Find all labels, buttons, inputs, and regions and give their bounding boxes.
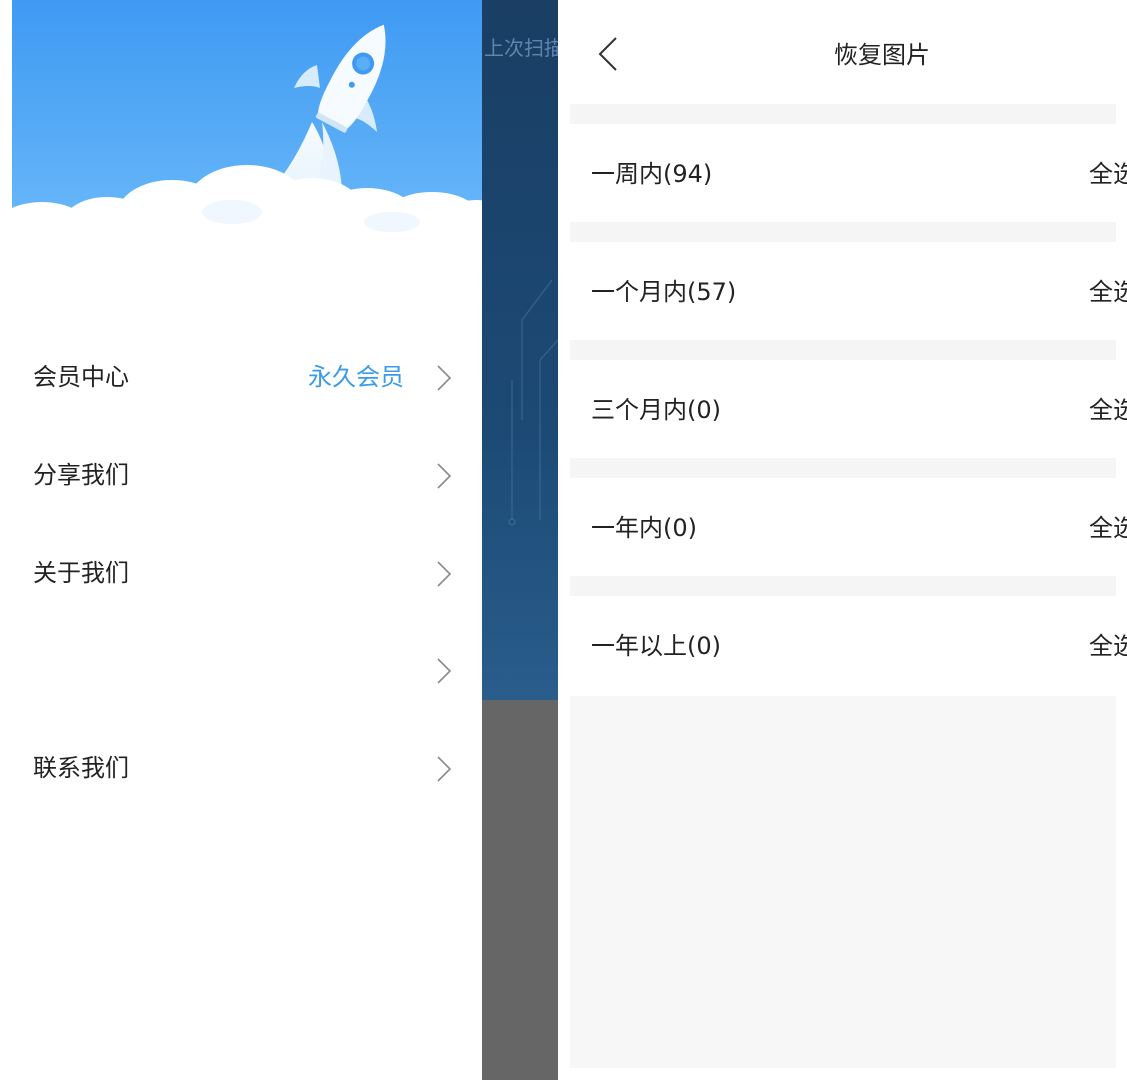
chevron-right-icon — [437, 463, 452, 489]
circuit-pattern — [508, 279, 558, 526]
period-row-month[interactable]: 一个月内(57) 全选 — [570, 242, 1127, 340]
menu-item-label: 会员中心 — [33, 363, 129, 391]
menu-item-label: 分享我们 — [33, 461, 129, 489]
period-label: 三个月内(0) — [591, 396, 721, 424]
section-divider — [570, 340, 1116, 360]
period-row-over-year[interactable]: 一年以上(0) 全选 — [570, 596, 1127, 694]
menu-item-member-center[interactable]: 会员中心 永久会员 — [12, 348, 482, 408]
recover-pictures-screen: 恢复图片 一周内(94) 全选 一个月内(57) 全选 三个月内(0) 全选 一… — [558, 0, 1127, 1080]
section-divider — [570, 576, 1116, 596]
chevron-right-icon — [437, 756, 452, 782]
nav-bar: 恢复图片 — [558, 0, 1127, 104]
period-row-three-months[interactable]: 三个月内(0) 全选 — [570, 360, 1127, 458]
menu-item-label: 联系我们 — [33, 754, 129, 782]
period-label: 一个月内(57) — [591, 278, 737, 306]
select-all-button[interactable]: 全选 — [1089, 277, 1127, 307]
menu-item-share-us[interactable]: 分享我们 — [12, 446, 482, 506]
chevron-right-icon — [437, 658, 452, 684]
side-drawer: 会员中心 永久会员 分享我们 关于我们 联系我们 — [12, 0, 482, 1080]
menu-item-about-us[interactable]: 关于我们 — [12, 544, 482, 604]
chevron-right-icon — [437, 561, 452, 587]
period-label: 一周内(94) — [591, 160, 713, 188]
page-title: 恢复图片 — [834, 41, 930, 69]
menu-item-unlabeled[interactable] — [12, 641, 482, 701]
period-label: 一年内(0) — [591, 514, 697, 542]
select-all-button[interactable]: 全选 — [1089, 159, 1127, 189]
menu-item-contact-us[interactable]: 联系我们 — [12, 739, 482, 799]
empty-content-area — [570, 696, 1116, 1068]
section-divider — [570, 222, 1116, 242]
background-screen: 上次扫描 — [482, 0, 558, 1080]
background-lower-area — [482, 700, 558, 1080]
select-all-button[interactable]: 全选 — [1089, 513, 1127, 543]
chevron-right-icon — [437, 365, 452, 391]
select-all-button[interactable]: 全选 — [1089, 395, 1127, 425]
membership-status: 永久会员 — [308, 363, 404, 391]
period-row-week[interactable]: 一周内(94) 全选 — [570, 124, 1127, 222]
period-label: 一年以上(0) — [591, 632, 721, 660]
section-divider — [570, 458, 1116, 478]
section-divider — [570, 104, 1116, 124]
select-all-button[interactable]: 全选 — [1089, 631, 1127, 661]
rocket-banner — [12, 0, 482, 250]
period-row-year[interactable]: 一年内(0) 全选 — [570, 478, 1127, 576]
menu-item-label: 关于我们 — [33, 559, 129, 587]
